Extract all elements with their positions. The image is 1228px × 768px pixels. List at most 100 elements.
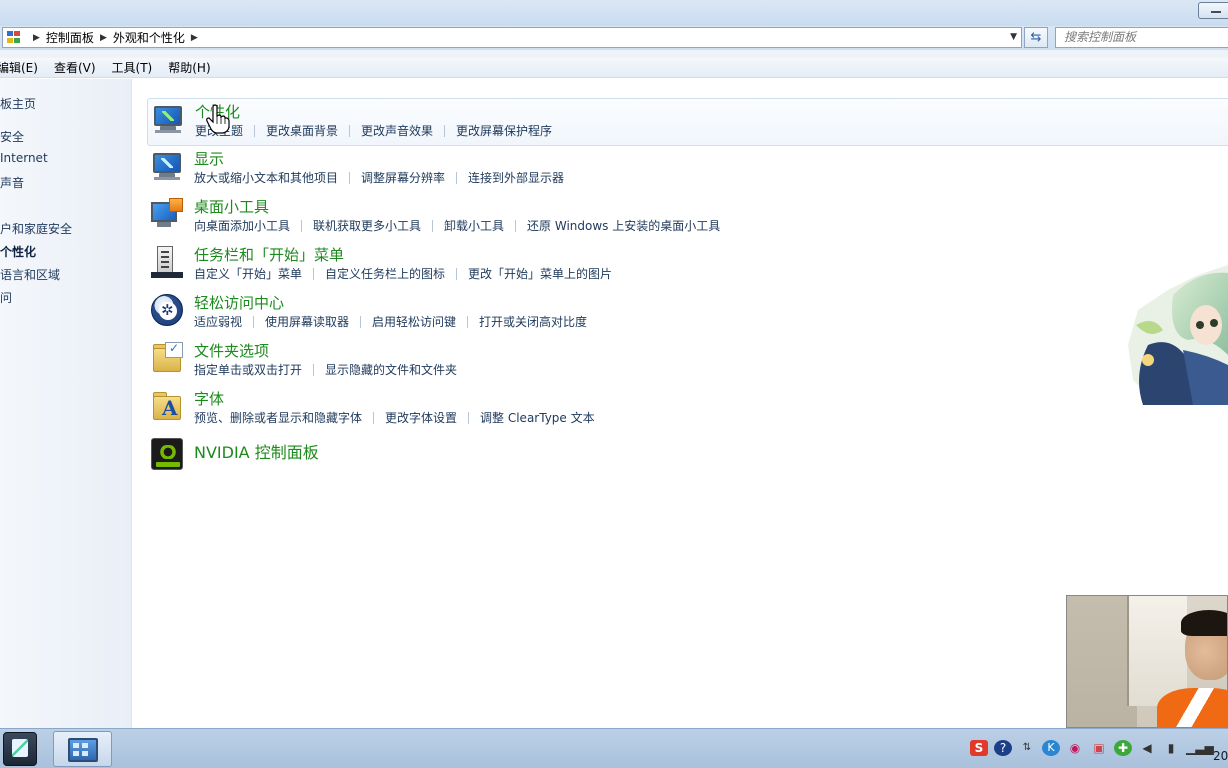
search-input[interactable] [1064,30,1224,44]
link-access-keys[interactable]: 启用轻松访问键 [372,313,456,330]
link-separator [456,268,458,280]
link-change-sound-effects[interactable]: 更改声音效果 [361,122,433,139]
link-change-screensaver[interactable]: 更改屏幕保护程序 [456,122,552,139]
address-dropdown-icon[interactable]: ▼ [1010,32,1017,42]
category-title[interactable]: 显示 [194,148,224,169]
menu-edit[interactable]: 编辑(E) [0,59,46,76]
nav-region-language[interactable]: 语言和区域 [0,266,130,283]
personalization-icon[interactable] [152,103,184,135]
link-show-hidden-files[interactable]: 显示隐藏的文件和文件夹 [325,361,457,378]
link-single-double-click[interactable]: 指定单击或双击打开 [194,361,302,378]
link-separator [313,268,315,280]
category-title[interactable]: NVIDIA 控制面板 [194,439,319,463]
link-screen-reader[interactable]: 使用屏幕读取器 [265,313,349,330]
nav-ease-of-access[interactable]: 问 [0,289,130,306]
link-low-vision[interactable]: 适应弱视 [194,313,242,330]
category-title[interactable]: 文件夹选项 [194,340,269,361]
link-separator [301,220,303,232]
link-external-display[interactable]: 连接到外部显示器 [468,169,564,186]
control-panel-icon [68,738,98,762]
nav-control-panel-home[interactable]: 板主页 [0,95,130,112]
breadcrumb-arrow-icon[interactable]: ▶ [100,33,107,43]
category-display: 显示 放大或缩小文本和其他项目 调整屏幕分辨率 连接到外部显示器 [147,146,1228,194]
breadcrumb-appearance[interactable]: 外观和个性化 [113,29,185,46]
category-title[interactable]: 任务栏和「开始」菜单 [194,244,344,265]
control-panel-icon [7,30,23,45]
nav-user-accounts[interactable]: 户和家庭安全 [0,220,130,237]
category-gadgets: 桌面小工具 向桌面添加小工具 联机获取更多小工具 卸载小工具 还原 Window… [147,194,1228,242]
ease-of-access-icon[interactable] [151,294,183,326]
nav-internet[interactable]: Internet [0,151,130,165]
link-get-more-gadgets[interactable]: 联机获取更多小工具 [313,217,421,234]
link-change-desktop-background[interactable]: 更改桌面背景 [266,122,338,139]
fonts-icon[interactable]: A [151,390,183,422]
link-font-settings[interactable]: 更改字体设置 [385,409,457,426]
category-nvidia: NVIDIA 控制面板 [147,437,1228,485]
link-add-gadgets[interactable]: 向桌面添加小工具 [194,217,290,234]
link-text-size[interactable]: 放大或缩小文本和其他项目 [194,169,338,186]
clock-date[interactable]: 20 [1213,749,1228,763]
k-icon[interactable]: K [1042,740,1060,756]
minimize-button[interactable] [1198,2,1228,19]
link-separator [444,125,446,137]
category-title[interactable]: 桌面小工具 [194,196,269,217]
nav-sound[interactable]: 声音 [0,174,130,191]
sogou-ime-icon[interactable]: S [970,740,988,756]
category-title[interactable]: 字体 [194,388,224,409]
arrows-icon[interactable]: ⇅ [1018,740,1036,756]
start-button[interactable] [3,732,37,766]
link-separator [253,316,255,328]
webcam-overlay [1066,595,1228,728]
breadcrumb-control-panel[interactable]: 控制面板 [46,29,94,46]
link-customize-start-menu[interactable]: 自定义「开始」菜单 [194,265,302,282]
toolbar-strip [0,50,1228,58]
link-uninstall-gadget[interactable]: 卸载小工具 [444,217,504,234]
link-separator [313,364,315,376]
nvidia-icon[interactable] [151,438,183,470]
menu-tools[interactable]: 工具(T) [104,59,161,76]
link-separator [468,412,470,424]
category-links: 指定单击或双击打开 显示隐藏的文件和文件夹 [194,361,457,378]
record-icon[interactable]: ◉ [1066,740,1084,756]
menu-view[interactable]: 查看(V) [46,59,104,76]
taskbar-icon[interactable] [151,246,183,278]
link-separator [515,220,517,232]
network-app-icon[interactable]: ✚ [1114,740,1132,756]
link-customize-taskbar-icons[interactable]: 自定义任务栏上的图标 [325,265,445,282]
nav-security[interactable]: 安全 [0,128,130,145]
help-icon[interactable]: ? [994,740,1012,756]
link-restore-gadgets[interactable]: 还原 Windows 上安装的桌面小工具 [527,217,720,234]
category-taskbar: 任务栏和「开始」菜单 自定义「开始」菜单 自定义任务栏上的图标 更改「开始」菜单… [147,242,1228,290]
category-title[interactable]: 轻松访问中心 [194,292,284,313]
volume-icon[interactable]: ◀ [1138,740,1156,756]
search-box[interactable] [1055,27,1228,48]
refresh-button[interactable]: ⇆ [1024,27,1048,48]
folder-options-icon[interactable] [151,341,183,374]
link-high-contrast[interactable]: 打开或关闭高对比度 [479,313,587,330]
link-change-start-picture[interactable]: 更改「开始」菜单上的图片 [468,265,612,282]
display-icon[interactable] [151,150,183,182]
menu-help[interactable]: 帮助(H) [160,59,218,76]
system-tray: S ? ⇅ K ◉ ▣ ✚ ◀ ▮ ▁▃▅ [970,737,1214,759]
left-navigation-pane: 板主页 安全 Internet 声音 户和家庭安全 个性化 语言和区域 问 [0,79,132,728]
gadgets-icon[interactable] [151,198,183,230]
link-screen-resolution[interactable]: 调整屏幕分辨率 [361,169,445,186]
category-links: 更改主题 更改桌面背景 更改声音效果 更改屏幕保护程序 [195,122,552,139]
category-links: 适应弱视 使用屏幕读取器 启用轻松访问键 打开或关闭高对比度 [194,313,587,330]
category-links: 预览、删除或者显示和隐藏字体 更改字体设置 调整 ClearType 文本 [194,409,595,426]
tv-icon[interactable]: ▣ [1090,740,1108,756]
usb-icon[interactable]: ▮ [1162,740,1180,756]
signal-icon[interactable]: ▁▃▅ [1186,740,1214,756]
category-folder-options: 文件夹选项 指定单击或双击打开 显示隐藏的文件和文件夹 [147,338,1228,386]
menu-bar: 编辑(E) 查看(V) 工具(T) 帮助(H) [0,58,1228,78]
link-manage-fonts[interactable]: 预览、删除或者显示和隐藏字体 [194,409,362,426]
nav-personalization[interactable]: 个性化 [0,243,130,260]
category-ease-of-access: 轻松访问中心 适应弱视 使用屏幕读取器 启用轻松访问键 打开或关闭高对比度 [147,290,1228,338]
address-bar[interactable]: ▶ 控制面板 ▶ 外观和个性化 ▶ ▼ [2,27,1022,48]
link-cleartype[interactable]: 调整 ClearType 文本 [480,409,595,426]
hand-cursor-icon [206,104,230,134]
address-bar-row: ▶ 控制面板 ▶ 外观和个性化 ▶ ▼ ⇆ [0,26,1228,50]
breadcrumb-arrow-icon[interactable]: ▶ [191,33,198,43]
taskbar-control-panel-button[interactable] [53,731,112,767]
breadcrumb-arrow-icon[interactable]: ▶ [33,33,40,43]
